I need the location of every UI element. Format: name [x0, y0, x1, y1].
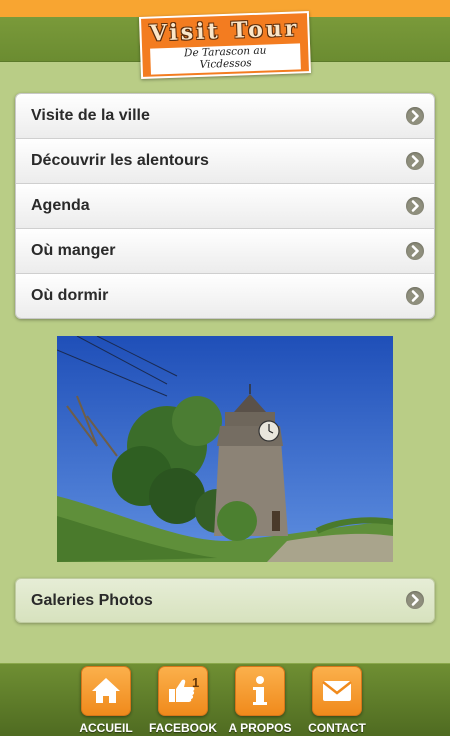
- chevron-right-icon: [406, 197, 424, 215]
- tab-label: CONTACT: [308, 721, 366, 735]
- menu-item-label: Agenda: [31, 197, 90, 214]
- main-menu: Visite de la ville Découvrir les alentou…: [15, 93, 435, 319]
- gallery-label: Galeries Photos: [31, 592, 153, 609]
- info-icon[interactable]: [235, 666, 285, 716]
- tab-facebook[interactable]: 1 FACEBOOK: [147, 666, 219, 736]
- tab-accueil[interactable]: ACCUEIL: [70, 666, 142, 736]
- thumbs-up-icon[interactable]: 1: [158, 666, 208, 716]
- clock-tower-photo: [57, 336, 393, 562]
- tab-contact[interactable]: CONTACT: [301, 666, 373, 736]
- chevron-right-icon: [406, 107, 424, 125]
- facebook-like-count: 1: [192, 675, 200, 690]
- menu-item-label: Où dormir: [31, 287, 109, 304]
- logo-title: Visit Tour: [149, 15, 300, 47]
- menu-item-dormir[interactable]: Où dormir: [16, 274, 434, 318]
- menu-item-label: Découvrir les alentours: [31, 152, 209, 169]
- tab-a-propos[interactable]: A PROPOS: [224, 666, 296, 736]
- galeries-photos-button[interactable]: Galeries Photos: [15, 578, 435, 623]
- menu-item-agenda[interactable]: Agenda: [16, 184, 434, 229]
- home-icon[interactable]: [81, 666, 131, 716]
- chevron-right-icon: [406, 591, 424, 609]
- chevron-right-icon: [406, 287, 424, 305]
- menu-item-visite[interactable]: Visite de la ville: [16, 94, 434, 139]
- chevron-right-icon: [406, 152, 424, 170]
- chevron-right-icon: [406, 242, 424, 260]
- visit-tour-logo[interactable]: Visit Tour De Tarascon au Vicdessos: [138, 11, 312, 79]
- menu-item-label: Visite de la ville: [31, 107, 150, 124]
- logo-subtitle: De Tarascon au Vicdessos: [150, 43, 301, 75]
- menu-item-alentours[interactable]: Découvrir les alentours: [16, 139, 434, 184]
- bottom-tab-bar: ACCUEIL 1 FACEBOOK A PROPOS CONTACT: [0, 663, 450, 736]
- menu-item-manger[interactable]: Où manger: [16, 229, 434, 274]
- menu-item-label: Où manger: [31, 242, 116, 259]
- envelope-icon[interactable]: [312, 666, 362, 716]
